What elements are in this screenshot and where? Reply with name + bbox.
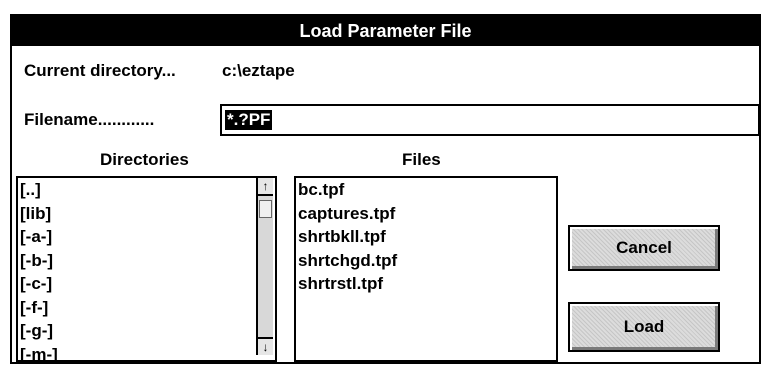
- scroll-down-arrow-icon[interactable]: ↓: [258, 337, 273, 355]
- file-list-item[interactable]: shrtbkll.tpf: [298, 225, 397, 249]
- scroll-thumb[interactable]: [259, 200, 272, 218]
- cancel-button[interactable]: Cancel: [568, 225, 720, 271]
- directories-listbox[interactable]: [..] [lib] [-a-] [-b-] [-c-] [-f-] [-g-] [-m-] …: [16, 176, 277, 362]
- directory-list-item[interactable]: [..]: [20, 178, 58, 202]
- dialog-title: Load Parameter File: [12, 16, 759, 46]
- file-list-item[interactable]: bc.tpf: [298, 178, 397, 202]
- directory-list-item[interactable]: [-a-]: [20, 225, 58, 249]
- directory-list-item[interactable]: [-b-]: [20, 249, 58, 273]
- directories-scrollbar[interactable]: ↑ ↓: [256, 178, 273, 355]
- directory-list-item[interactable]: [-f-]: [20, 296, 58, 320]
- directories-header: Directories: [100, 150, 189, 169]
- filename-label: Filename............: [24, 110, 155, 129]
- files-listbox[interactable]: bc.tpf captures.tpf shrtbkll.tpf shrtchgd.t…: [294, 176, 558, 362]
- directory-list-item[interactable]: [-m-]: [20, 343, 58, 361]
- filename-input[interactable]: *.?PF: [220, 104, 760, 136]
- file-list-item[interactable]: shrtchgd.tpf: [298, 249, 397, 273]
- files-list: bc.tpf captures.tpf shrtbkll.tpf shrtchgd.t…: [298, 178, 397, 296]
- directories-list: [..] [lib] [-a-] [-b-] [-c-] [-f-] [-g-] [-m-]: [20, 178, 58, 361]
- current-directory-label: Current directory...: [24, 61, 176, 80]
- current-directory-value: c:\eztape: [222, 61, 295, 80]
- file-list-item[interactable]: shrtrstl.tpf: [298, 272, 397, 296]
- files-header: Files: [402, 150, 441, 169]
- load-button[interactable]: Load: [568, 302, 720, 352]
- directory-list-item[interactable]: [-c-]: [20, 272, 58, 296]
- directory-list-item[interactable]: [-g-]: [20, 319, 58, 343]
- load-parameter-file-dialog: Load Parameter File Current directory...…: [10, 14, 761, 364]
- directory-list-item[interactable]: [lib]: [20, 202, 58, 226]
- filename-value: *.?PF: [225, 110, 273, 130]
- scroll-up-arrow-icon[interactable]: ↑: [258, 178, 273, 196]
- file-list-item[interactable]: captures.tpf: [298, 202, 397, 226]
